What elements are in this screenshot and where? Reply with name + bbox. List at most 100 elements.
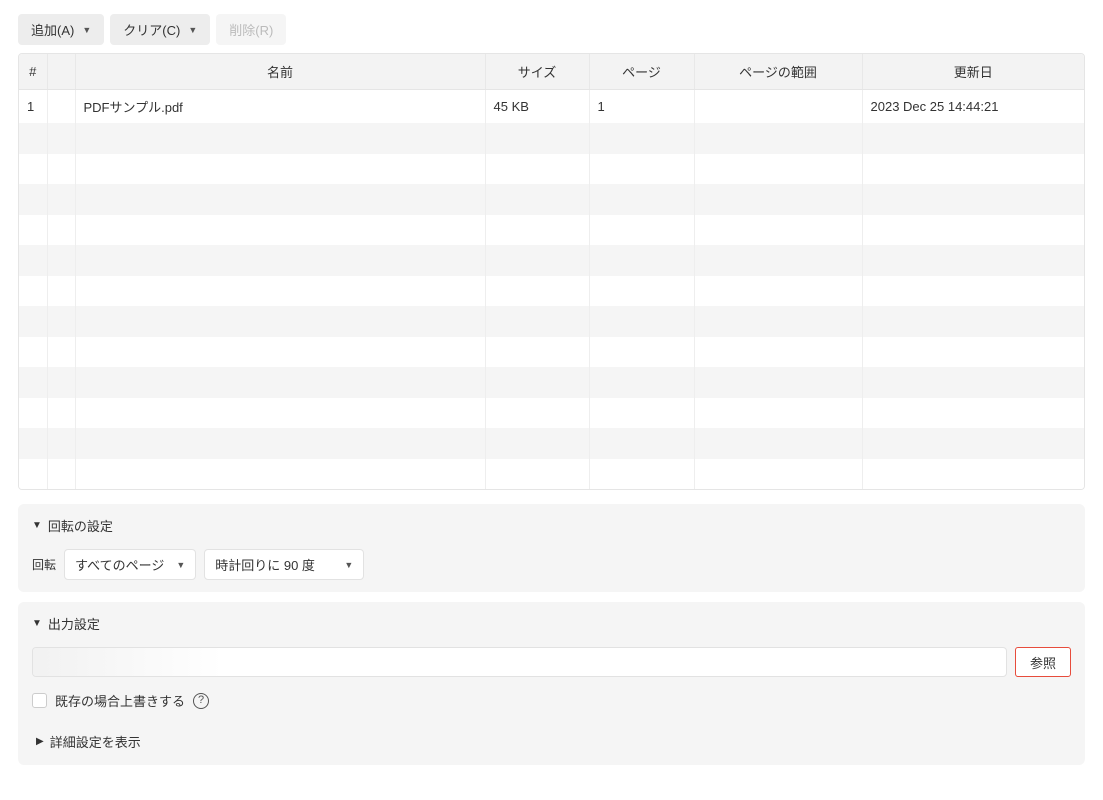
table-row[interactable] — [19, 245, 1084, 276]
cell-num — [19, 123, 47, 154]
advanced-settings-label: 詳細設定を表示 — [50, 732, 141, 751]
cell-date — [862, 367, 1084, 398]
table-row[interactable]: 1PDFサンプル.pdf45 KB12023 Dec 25 14:44:21 — [19, 90, 1084, 124]
cell-name — [75, 123, 485, 154]
cell-name — [75, 154, 485, 185]
cell-spacer — [47, 459, 75, 490]
cell-range — [694, 306, 862, 337]
cell-name — [75, 184, 485, 215]
table-header-row: # 名前 サイズ ページ ページの範囲 更新日 — [19, 54, 1084, 90]
cell-page — [589, 428, 694, 459]
table-row[interactable] — [19, 154, 1084, 185]
cell-date — [862, 276, 1084, 307]
cell-num — [19, 215, 47, 246]
output-path-input[interactable] — [32, 647, 1007, 677]
col-header-range[interactable]: ページの範囲 — [694, 54, 862, 90]
cell-date — [862, 398, 1084, 429]
rotate-label: 回転 — [32, 556, 56, 573]
table-row[interactable] — [19, 428, 1084, 459]
browse-button[interactable]: 参照 — [1015, 647, 1071, 677]
rotate-settings-title: 回転の設定 — [48, 516, 113, 535]
cell-date — [862, 459, 1084, 490]
cell-name — [75, 459, 485, 490]
table-row[interactable] — [19, 215, 1084, 246]
col-header-page[interactable]: ページ — [589, 54, 694, 90]
cell-page — [589, 337, 694, 368]
cell-page: 1 — [589, 90, 694, 124]
cell-page — [589, 276, 694, 307]
cell-spacer — [47, 337, 75, 368]
chevron-down-icon: ▼ — [32, 618, 42, 629]
overwrite-row: 既存の場合上書きする ? — [32, 691, 1071, 710]
table-row[interactable] — [19, 306, 1084, 337]
cell-spacer — [47, 184, 75, 215]
cell-date: 2023 Dec 25 14:44:21 — [862, 90, 1084, 124]
table-row[interactable] — [19, 367, 1084, 398]
toolbar: 追加(A) ▼ クリア(C) ▼ 削除(R) — [18, 14, 1085, 45]
cell-name — [75, 367, 485, 398]
cell-spacer — [47, 123, 75, 154]
cell-num — [19, 367, 47, 398]
advanced-settings-header[interactable]: ▶ 詳細設定を表示 — [32, 724, 1071, 753]
cell-range — [694, 276, 862, 307]
cell-name — [75, 306, 485, 337]
cell-spacer — [47, 428, 75, 459]
cell-range — [694, 367, 862, 398]
cell-date — [862, 154, 1084, 185]
cell-page — [589, 367, 694, 398]
overwrite-label: 既存の場合上書きする — [55, 691, 185, 710]
cell-size — [485, 337, 589, 368]
cell-name — [75, 245, 485, 276]
cell-page — [589, 459, 694, 490]
rotate-angle-select[interactable]: 時計回りに 90 度 ▼ — [204, 549, 364, 580]
overwrite-checkbox[interactable] — [32, 693, 47, 708]
cell-size — [485, 428, 589, 459]
rotate-settings-header[interactable]: ▼ 回転の設定 — [32, 516, 1071, 535]
cell-num — [19, 306, 47, 337]
rotate-settings-panel: ▼ 回転の設定 回転 すべてのページ ▼ 時計回りに 90 度 ▼ — [18, 504, 1085, 592]
col-header-size[interactable]: サイズ — [485, 54, 589, 90]
col-header-spacer — [47, 54, 75, 90]
cell-size — [485, 154, 589, 185]
table-row[interactable] — [19, 123, 1084, 154]
cell-spacer — [47, 276, 75, 307]
table-row[interactable] — [19, 184, 1084, 215]
table-row[interactable] — [19, 398, 1084, 429]
chevron-down-icon: ▼ — [82, 25, 91, 35]
cell-page — [589, 184, 694, 215]
output-settings-panel: ▼ 出力設定 参照 既存の場合上書きする ? ▶ 詳細設定を表示 — [18, 602, 1085, 765]
help-icon[interactable]: ? — [193, 693, 209, 709]
cell-name — [75, 276, 485, 307]
output-path-row: 参照 — [32, 647, 1071, 677]
output-settings-header[interactable]: ▼ 出力設定 — [32, 614, 1071, 633]
cell-num — [19, 184, 47, 215]
table-row[interactable] — [19, 337, 1084, 368]
cell-num — [19, 337, 47, 368]
table-row[interactable] — [19, 276, 1084, 307]
add-button[interactable]: 追加(A) ▼ — [18, 14, 104, 45]
cell-num: 1 — [19, 90, 47, 124]
chevron-down-icon: ▼ — [32, 520, 42, 531]
col-header-name[interactable]: 名前 — [75, 54, 485, 90]
rotate-angle-value: 時計回りに 90 度 — [215, 555, 315, 574]
cell-range — [694, 123, 862, 154]
table-row[interactable] — [19, 459, 1084, 490]
cell-range — [694, 184, 862, 215]
cell-spacer — [47, 90, 75, 124]
col-header-date[interactable]: 更新日 — [862, 54, 1084, 90]
cell-num — [19, 154, 47, 185]
clear-button[interactable]: クリア(C) ▼ — [110, 14, 210, 45]
clear-button-label: クリア(C) — [123, 20, 180, 39]
rotate-pages-select[interactable]: すべてのページ ▼ — [64, 549, 196, 580]
col-header-num[interactable]: # — [19, 54, 47, 90]
cell-range — [694, 154, 862, 185]
cell-spacer — [47, 367, 75, 398]
cell-page — [589, 245, 694, 276]
cell-name — [75, 337, 485, 368]
cell-size — [485, 276, 589, 307]
cell-range — [694, 428, 862, 459]
cell-size — [485, 398, 589, 429]
cell-range — [694, 337, 862, 368]
cell-date — [862, 337, 1084, 368]
remove-button: 削除(R) — [216, 14, 286, 45]
